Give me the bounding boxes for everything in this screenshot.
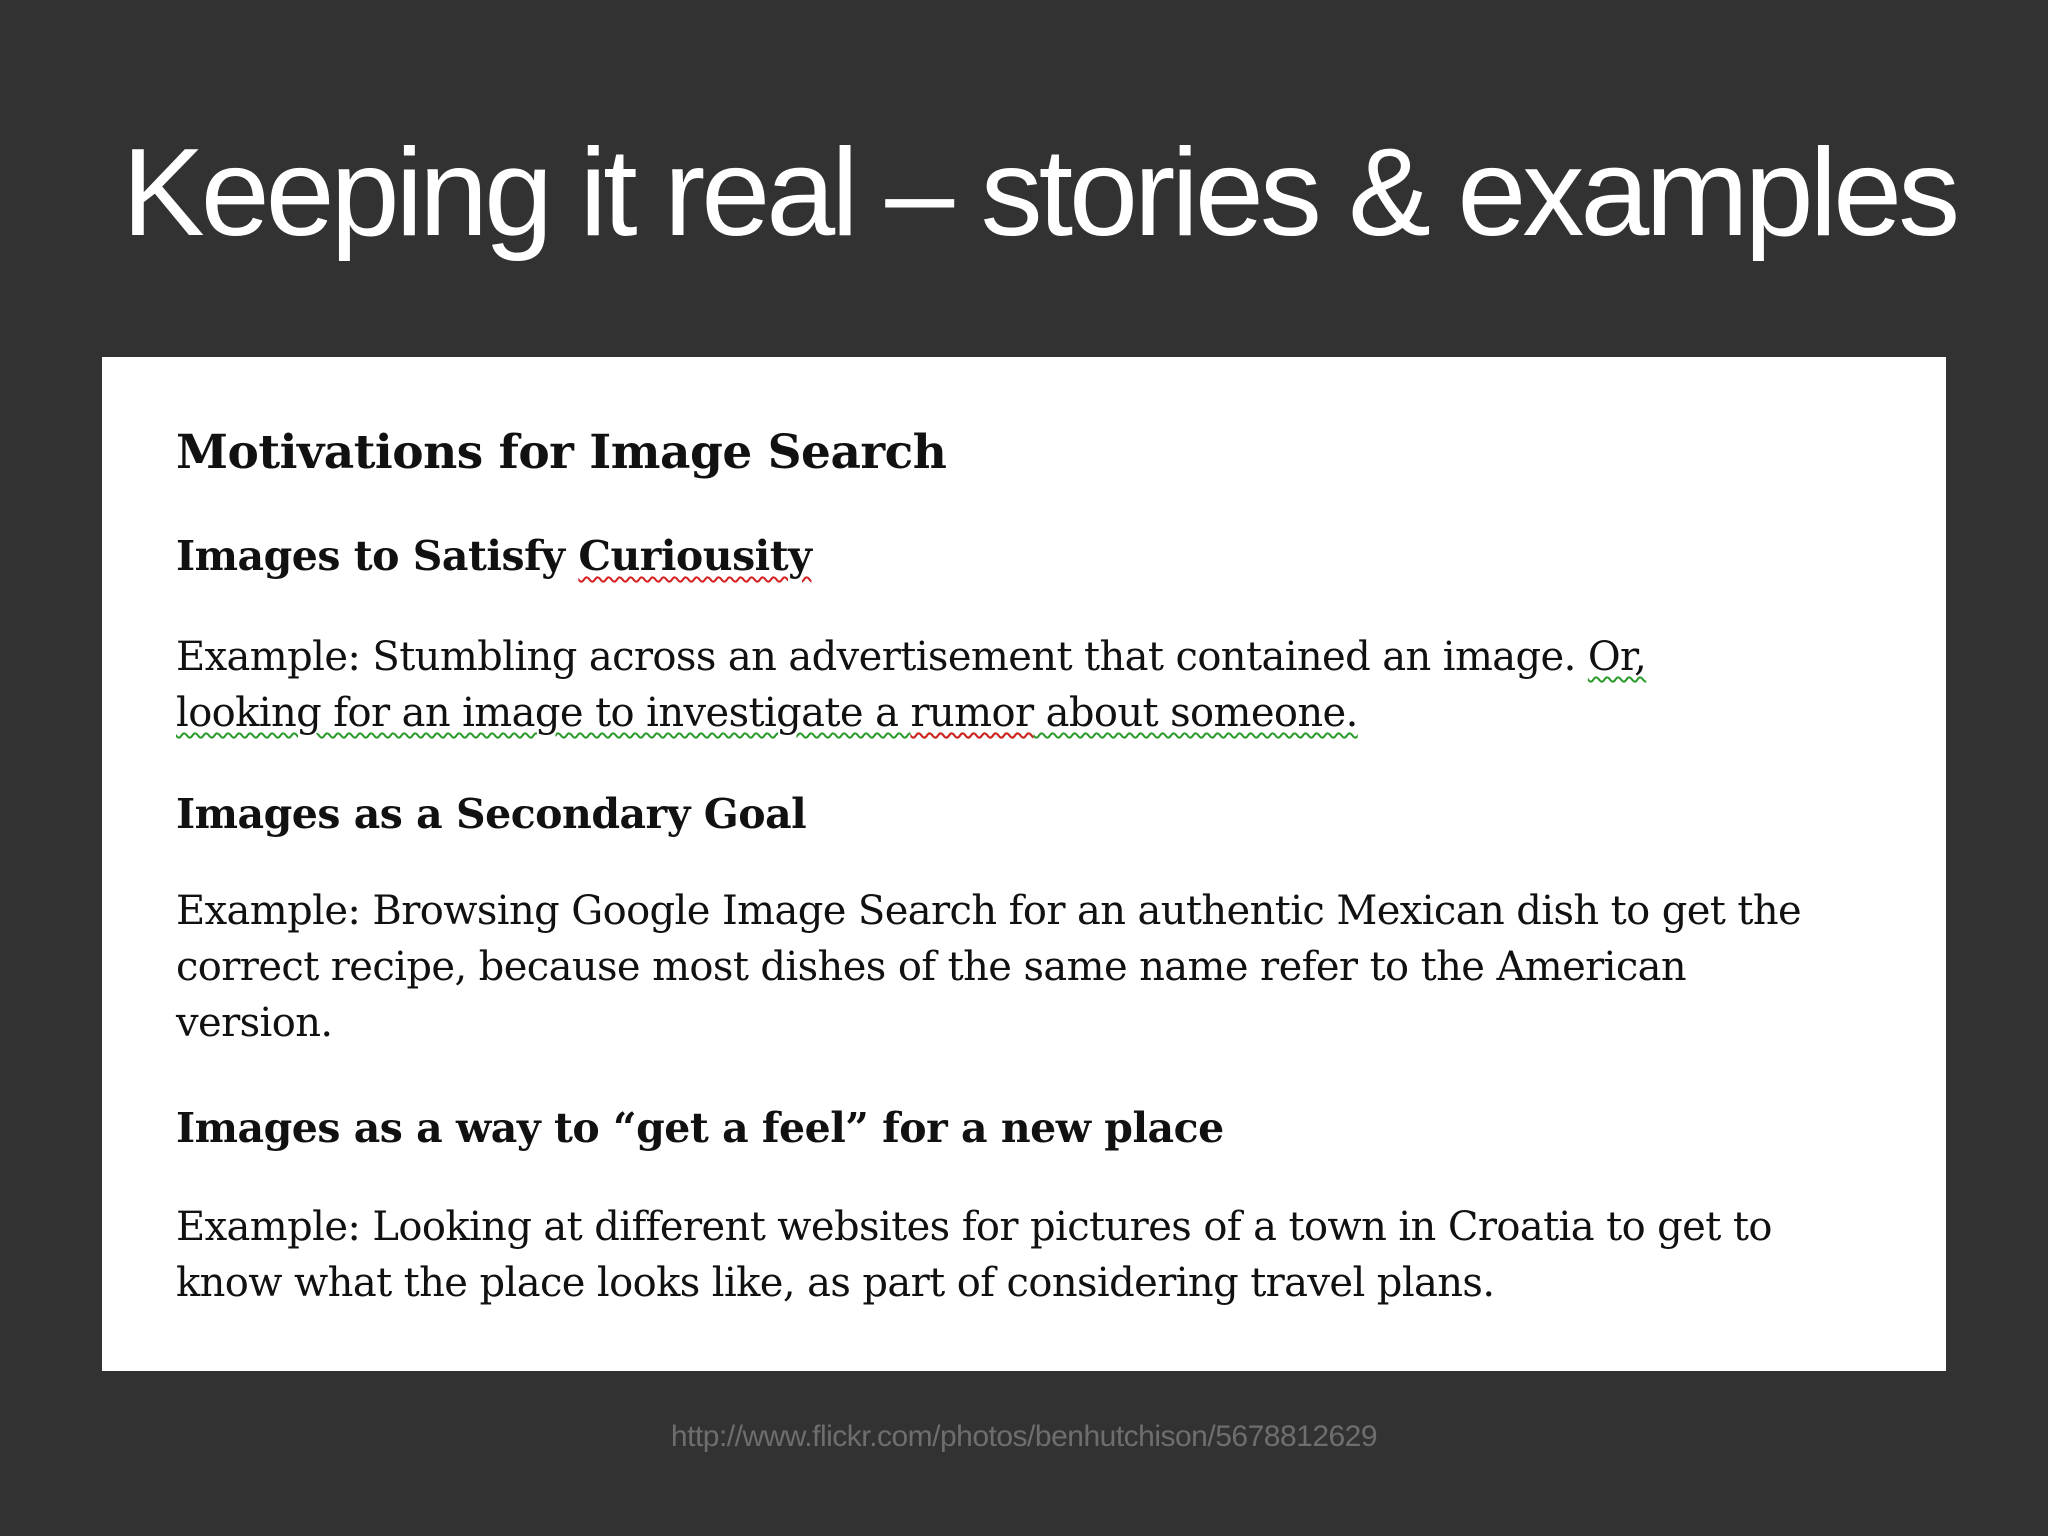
example-line: know what the place looks like, as part … [176, 1260, 1495, 1306]
spellcheck-flagged-word: Curiousity [578, 532, 812, 580]
example-line: Example: Browsing Google Image Search fo… [176, 888, 1802, 934]
section-heading-new-place: Images as a way to “get a feel” for a ne… [176, 1104, 1224, 1152]
example-line: Example: Stumbling across an advertiseme… [176, 629, 1896, 685]
example-line-grammar-flagged: looking for an image to investigate a ru… [176, 685, 1896, 741]
section-example-curiosity: Example: Stumbling across an advertiseme… [176, 629, 1896, 741]
section-heading-secondary-goal: Images as a Secondary Goal [176, 790, 807, 838]
grammar-flagged-text: Or, [1587, 634, 1647, 680]
example-line: version. [176, 1000, 333, 1046]
document-title: Motivations for Image Search [176, 425, 947, 480]
example-text: about someone. [1033, 690, 1359, 736]
example-line: Example: Looking at different websites f… [176, 1204, 1772, 1250]
source-url-caption: http://www.flickr.com/photos/benhutchiso… [670, 1420, 1378, 1453]
example-text: looking for an image to investigate a [176, 690, 911, 736]
section-heading-curiosity: Images to Satisfy Curiousity [176, 532, 812, 580]
example-line: correct recipe, because most dishes of t… [176, 944, 1687, 990]
section-example-new-place: Example: Looking at different websites f… [176, 1199, 1896, 1311]
spellcheck-flagged-word: rumor [910, 690, 1034, 736]
example-text: Example: Stumbling across an advertiseme… [176, 634, 1588, 680]
heading-text: Images to Satisfy [176, 532, 579, 580]
slide-title: Keeping it real – stories & examples [122, 124, 1960, 262]
section-example-secondary-goal: Example: Browsing Google Image Search fo… [176, 883, 1896, 1051]
cropped-text-line [176, 1357, 1226, 1371]
document-screenshot: Motivations for Image Search Images to S… [102, 357, 1946, 1371]
